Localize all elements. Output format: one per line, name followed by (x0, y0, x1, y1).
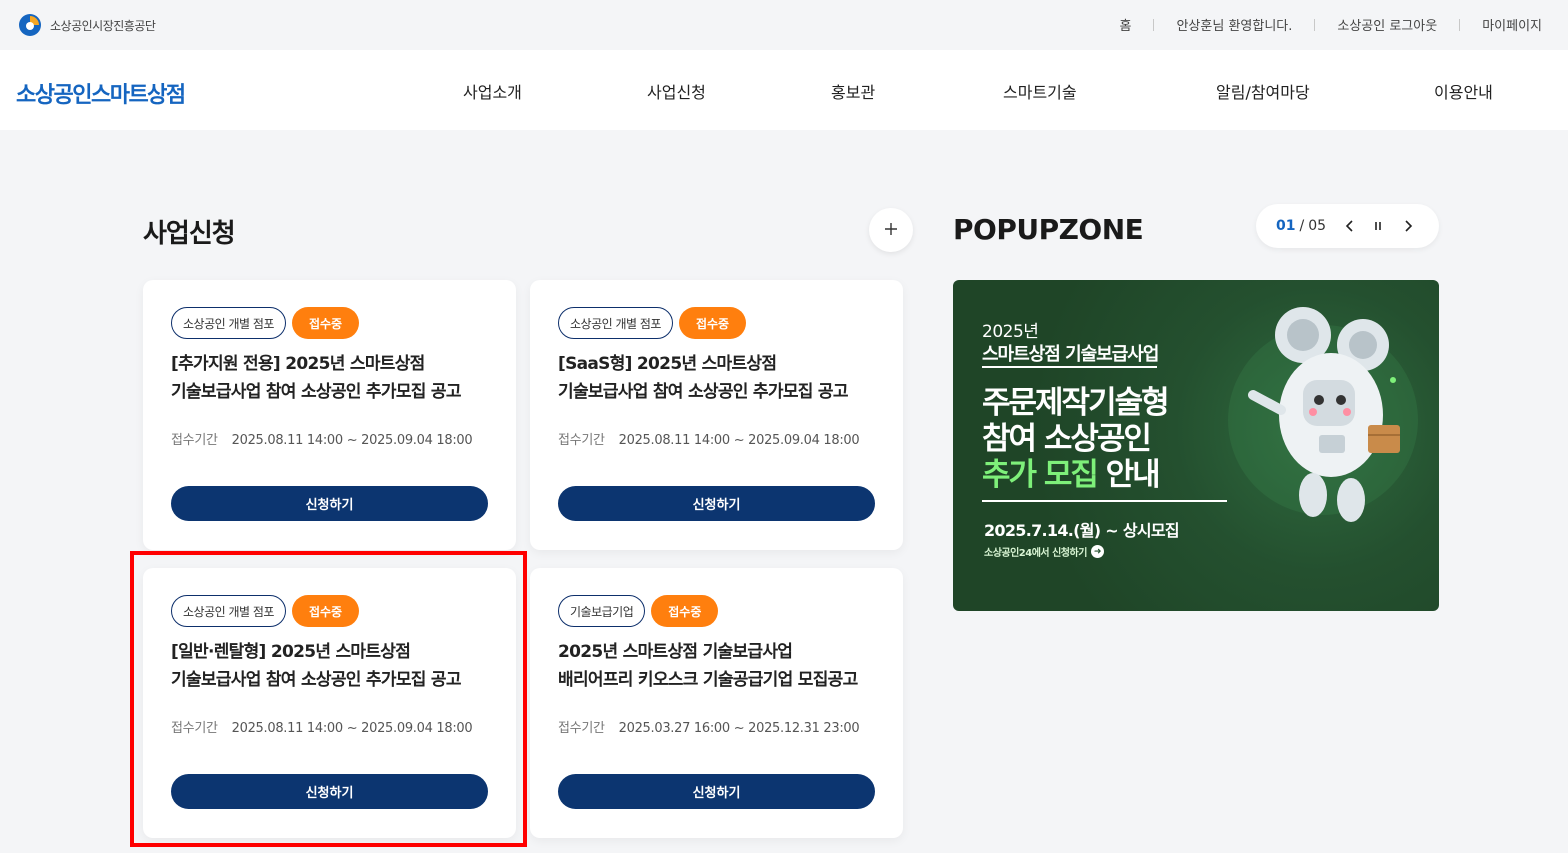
period-value: 2025.08.11 14:00 ~ 2025.09.04 18:00 (231, 433, 473, 448)
category-badge: 소상공인 개별 점포 (171, 307, 286, 339)
status-badge: 접수중 (651, 595, 719, 627)
pause-slide-button[interactable] (1366, 214, 1390, 238)
application-card: 기술보급기업 접수중 2025년 스마트상점 기술보급사업 배리어프리 키오스크… (530, 568, 903, 838)
popup-banner[interactable]: 2025년 스마트상점 기술보급사업 주문제작기술형 참여 소상공인 추가 모집… (953, 280, 1439, 611)
banner-date: 2025.7.14.(월) ~ 상시모집 (984, 521, 1180, 540)
banner-headline-line: 참여 소상공인 (982, 421, 1152, 457)
application-period: 접수기간 2025.08.11 14:00 ~ 2025.09.04 18:00 (171, 717, 473, 736)
card-title[interactable]: [추가지원 전용] 2025년 스마트상점 기술보급사업 참여 소상공인 추가모… (171, 350, 491, 406)
banner-divider (982, 500, 1227, 502)
period-label: 접수기간 (171, 433, 218, 448)
banner-year: 2025년 (982, 322, 1039, 342)
nav-item-notice[interactable]: 알림/참여마당 (1216, 79, 1310, 103)
card-title[interactable]: 2025년 스마트상점 기술보급사업 배리어프리 키오스크 기술공급기업 모집공… (558, 638, 878, 694)
nav-item-guide[interactable]: 이용안내 (1434, 79, 1493, 103)
banner-divider (982, 366, 1157, 368)
period-value: 2025.08.11 14:00 ~ 2025.09.04 18:00 (618, 433, 860, 448)
banner-headline-line: 추가 모집 안내 (982, 457, 1168, 493)
application-card: 소상공인 개별 점포 접수중 [SaaS형] 2025년 스마트상점 기술보급사… (530, 280, 903, 550)
logout-link[interactable]: 소상공인 로그아웃 (1337, 15, 1437, 34)
application-period: 접수기간 2025.08.11 14:00 ~ 2025.09.04 18:00 (171, 429, 473, 448)
status-badge: 접수중 (678, 307, 747, 339)
card-title[interactable]: [일반·렌탈형] 2025년 스마트상점 기술보급사업 참여 소상공인 추가모집… (171, 638, 491, 694)
card-title-line: 기술보급사업 참여 소상공인 추가모집 공고 (171, 382, 461, 402)
org-logo-link[interactable]: 소상공인시장진흥공단 (18, 13, 156, 37)
application-period: 접수기간 2025.08.11 14:00 ~ 2025.09.04 18:00 (558, 429, 860, 448)
application-card: 소상공인 개별 점포 접수중 [추가지원 전용] 2025년 스마트상점 기술보… (143, 280, 516, 550)
main-header: 소상공인스마트상점 사업소개 사업신청 홍보관 스마트기술 알림/참여마당 이용… (0, 50, 1568, 130)
section-title: 사업신청 (143, 219, 236, 249)
divider (1459, 18, 1461, 31)
period-label: 접수기간 (558, 721, 605, 736)
application-card: 소상공인 개별 점포 접수중 [일반·렌탈형] 2025년 스마트상점 기술보급… (143, 568, 516, 838)
application-period: 접수기간 2025.03.27 16:00 ~ 2025.12.31 23:00 (558, 717, 860, 736)
org-logo-icon (18, 13, 42, 37)
card-title-line: 2025년 스마트상점 기술보급사업 (558, 642, 793, 662)
banner-headline-rest: 안내 (1096, 457, 1161, 493)
nav-item-business-apply[interactable]: 사업신청 (647, 79, 706, 103)
more-button[interactable] (869, 208, 913, 252)
nav-item-smart-tech[interactable]: 스마트기술 (1003, 79, 1077, 103)
slide-current: 01 (1276, 218, 1296, 234)
apply-button[interactable]: 신청하기 (558, 774, 875, 809)
robot-mascot-illustration (1228, 307, 1418, 522)
banner-note-text: 소상공인24에서 신청하기 (984, 548, 1087, 559)
period-value: 2025.03.27 16:00 ~ 2025.12.31 23:00 (618, 721, 860, 736)
banner-headline-accent: 추가 모집 (982, 457, 1099, 493)
org-name: 소상공인시장진흥공단 (50, 18, 156, 33)
site-brand-logo[interactable]: 소상공인스마트상점 (16, 77, 186, 109)
banner-note: 소상공인24에서 신청하기 ➜ (984, 544, 1104, 559)
apply-button[interactable]: 신청하기 (171, 486, 488, 521)
category-badge: 소상공인 개별 점포 (558, 307, 673, 339)
period-label: 접수기간 (558, 433, 605, 448)
card-title-line: [추가지원 전용] 2025년 스마트상점 (171, 354, 425, 374)
home-link[interactable]: 홈 (1120, 15, 1132, 34)
status-badge: 접수중 (291, 595, 360, 627)
utility-bar: 소상공인시장진흥공단 홈 안상훈님 환영합니다. 소상공인 로그아웃 마이페이지 (0, 0, 1568, 50)
period-value: 2025.08.11 14:00 ~ 2025.09.04 18:00 (231, 721, 473, 736)
welcome-user-text: 안상훈님 환영합니다. (1176, 19, 1293, 34)
status-badge: 접수중 (291, 307, 360, 339)
next-slide-button[interactable] (1396, 214, 1420, 238)
banner-headline-line: 주문제작기술형 (982, 385, 1170, 421)
slide-total: 05 (1308, 218, 1327, 234)
arrow-right-icon: ➜ (1090, 545, 1104, 558)
card-title-line: 기술보급사업 참여 소상공인 추가모집 공고 (558, 382, 848, 402)
card-title-line: 배리어프리 키오스크 기술공급기업 모집공고 (558, 670, 858, 690)
mypage-link[interactable]: 마이페이지 (1482, 15, 1542, 34)
nav-item-business-intro[interactable]: 사업소개 (463, 79, 522, 103)
utility-links: 홈 안상훈님 환영합니다. 소상공인 로그아웃 마이페이지 (1120, 15, 1542, 34)
card-title-line: 기술보급사업 참여 소상공인 추가모집 공고 (171, 670, 461, 690)
banner-subtitle: 스마트상점 기술보급사업 (982, 344, 1159, 365)
period-label: 접수기간 (171, 721, 218, 736)
divider (1153, 18, 1155, 31)
card-title-line: [일반·렌탈형] 2025년 스마트상점 (171, 642, 411, 662)
divider (1314, 18, 1316, 31)
pause-icon (1375, 222, 1381, 230)
popupzone-controls: 01 / 05 (1256, 204, 1439, 248)
plus-icon (884, 221, 898, 240)
category-badge: 소상공인 개별 점포 (171, 595, 286, 627)
slide-separator: / (1299, 218, 1305, 234)
apply-button[interactable]: 신청하기 (171, 774, 488, 809)
chevron-right-icon (1405, 220, 1413, 232)
nav-item-promotion[interactable]: 홍보관 (831, 79, 875, 103)
chevron-left-icon (1345, 220, 1353, 232)
prev-slide-button[interactable] (1338, 214, 1362, 238)
popupzone-title: POPUPZONE (953, 213, 1144, 246)
card-title-line: [SaaS형] 2025년 스마트상점 (558, 354, 777, 374)
card-title[interactable]: [SaaS형] 2025년 스마트상점 기술보급사업 참여 소상공인 추가모집 … (558, 350, 878, 406)
banner-headline: 주문제작기술형 참여 소상공인 추가 모집 안내 (982, 385, 1170, 493)
category-badge: 기술보급기업 (558, 595, 646, 627)
apply-button[interactable]: 신청하기 (558, 486, 875, 521)
